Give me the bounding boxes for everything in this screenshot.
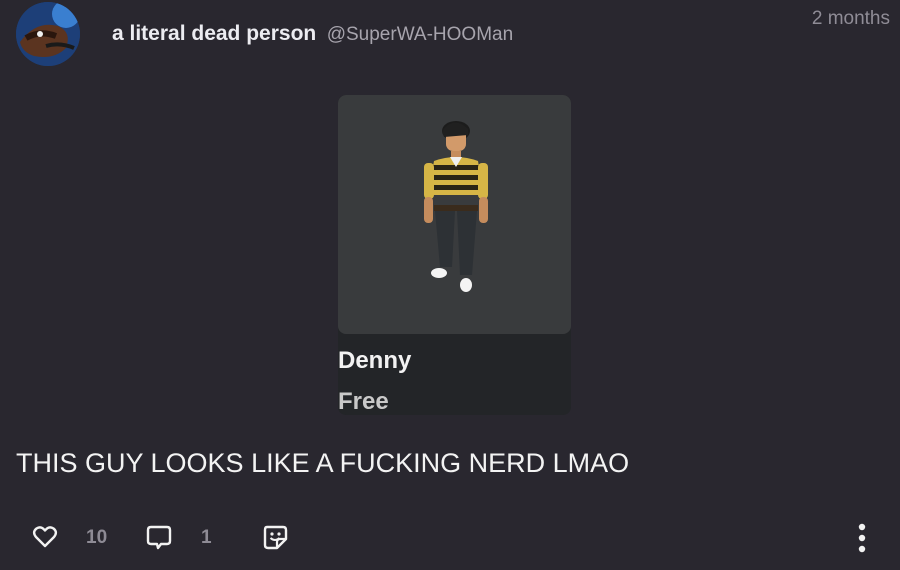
more-vertical-icon[interactable] [848, 520, 876, 556]
post-actions-bar: 10 1 [0, 520, 900, 556]
item-price: Free [338, 388, 389, 415]
item-name[interactable]: Denny [338, 347, 411, 375]
comment-icon[interactable] [146, 524, 172, 550]
author-handle[interactable]: @SuperWA-HOOMan [327, 24, 513, 45]
like-count: 10 [86, 527, 108, 548]
author-display-name[interactable]: a literal dead person [112, 22, 316, 45]
avatar[interactable] [16, 2, 80, 66]
post: a literal dead person @SuperWA-HOOMan 2 … [0, 0, 900, 570]
post-body-text: THIS GUY LOOKS LIKE A FUCKING NERD LMAO [16, 448, 630, 478]
sticker-icon[interactable] [262, 524, 288, 550]
post-timestamp[interactable]: 2 months [812, 8, 890, 30]
item-card[interactable]: Denny Free [338, 95, 571, 415]
heart-icon[interactable] [32, 524, 58, 550]
author-line: a literal dead person @SuperWA-HOOMan [112, 22, 513, 48]
avatar-figure-image [424, 121, 488, 292]
item-thumbnail [338, 95, 571, 334]
reply-count: 1 [201, 527, 212, 548]
